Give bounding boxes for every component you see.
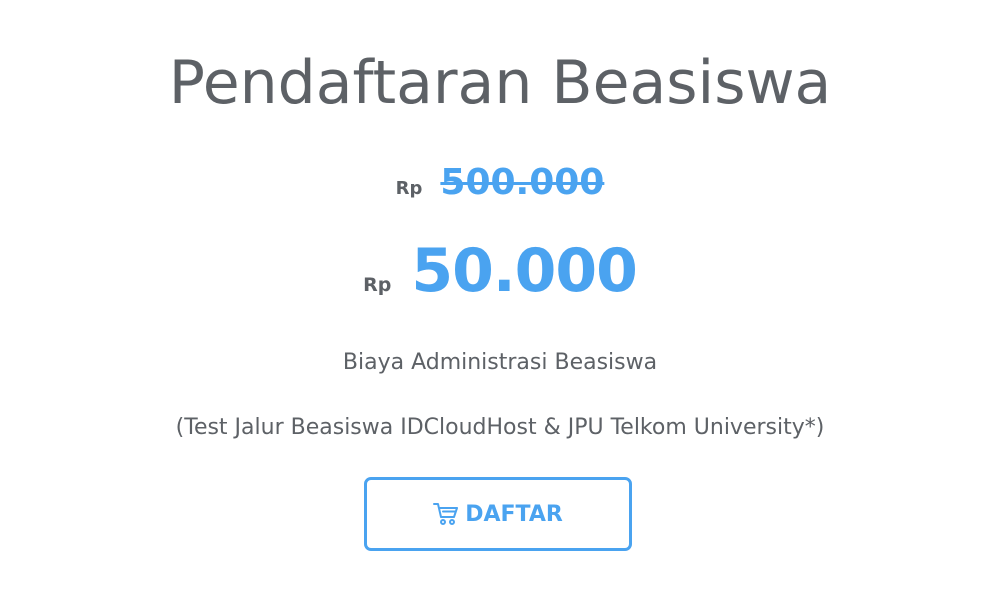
pricing-page: Pendaftaran Beasiswa Rp 500.000 Rp 50.000 … (0, 0, 1000, 616)
original-price: Rp 500.000 (0, 162, 1000, 203)
register-button[interactable]: DAFTAR (364, 477, 632, 551)
discounted-price-currency: Rp (363, 274, 392, 296)
original-price-amount: 500.000 (440, 162, 605, 203)
original-price-currency: Rp (395, 178, 423, 199)
program-description: (Test Jalur Beasiswa IDCloudHost & JPU T… (175, 415, 825, 440)
discounted-price-amount: 50.000 (411, 236, 638, 306)
cart-icon (433, 502, 459, 526)
register-button-label: DAFTAR (465, 501, 563, 527)
discounted-price: Rp 50.000 (0, 236, 1000, 306)
fee-description: Biaya Administrasi Beasiswa (342, 350, 658, 375)
page-title: Pendaftaran Beasiswa (168, 48, 832, 118)
